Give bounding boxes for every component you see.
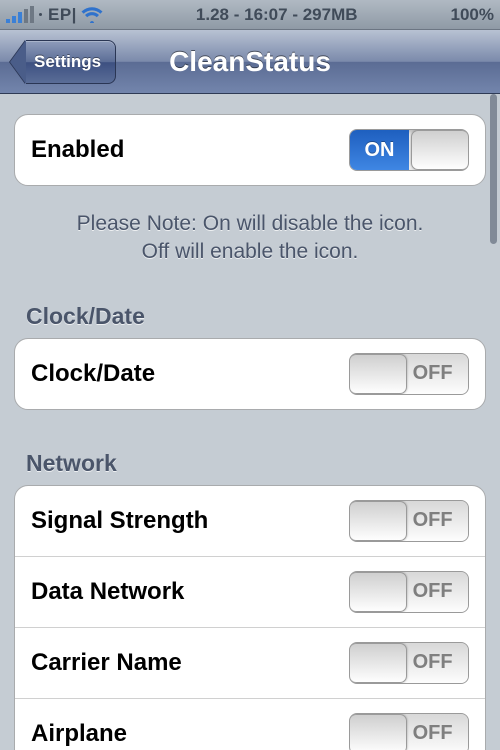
- toggle-knob: [349, 572, 407, 612]
- row-label: Airplane: [31, 720, 127, 748]
- chevron-left-icon: [10, 40, 26, 84]
- group-network: Network Signal Strength ON OFF Data Netw…: [14, 430, 486, 750]
- group-rows: Enabled ON OFF: [14, 114, 486, 186]
- toggle-knob: [349, 354, 407, 394]
- status-left: EP|: [6, 5, 103, 25]
- group-header: Network: [14, 430, 486, 485]
- wifi-icon: [81, 7, 103, 23]
- scrollbar-thumb[interactable]: [490, 94, 497, 244]
- group-clock-date: Clock/Date Clock/Date ON OFF: [14, 283, 486, 410]
- toggle-off-label: OFF: [397, 643, 468, 683]
- toggle-clock-date[interactable]: ON OFF: [349, 353, 469, 395]
- row-label: Signal Strength: [31, 507, 208, 535]
- toggle-off-label: OFF: [397, 354, 468, 394]
- group-rows: Clock/Date ON OFF: [14, 338, 486, 410]
- toggle-knob: [349, 714, 407, 750]
- battery-label: 100%: [451, 5, 494, 25]
- status-center-text: 1.28 - 16:07 - 297MB: [103, 5, 451, 25]
- group-header: Clock/Date: [14, 283, 486, 338]
- group-footer-note: Please Note: On will disable the icon. O…: [14, 186, 486, 277]
- nav-bar: Settings CleanStatus: [0, 30, 500, 94]
- toggle-off-label: OFF: [397, 501, 468, 541]
- row-signal-strength: Signal Strength ON OFF: [15, 486, 485, 557]
- toggle-data-network[interactable]: ON OFF: [349, 571, 469, 613]
- row-airplane: Airplane ON OFF: [15, 699, 485, 750]
- toggle-off-label: OFF: [397, 572, 468, 612]
- group-rows: Signal Strength ON OFF Data Network ON O…: [14, 485, 486, 750]
- row-label: Data Network: [31, 578, 184, 606]
- row-carrier-name: Carrier Name ON OFF: [15, 628, 485, 699]
- status-bar: EP| 1.28 - 16:07 - 297MB 100%: [0, 0, 500, 30]
- toggle-knob: [349, 643, 407, 683]
- carrier-label: EP|: [48, 5, 77, 25]
- signal-strength-icon: [6, 7, 34, 23]
- toggle-airplane[interactable]: ON OFF: [349, 713, 469, 750]
- group-enabled: Enabled ON OFF Please Note: On will disa…: [14, 114, 486, 277]
- row-enabled: Enabled ON OFF: [15, 115, 485, 185]
- toggle-knob: [411, 130, 469, 170]
- row-label: Clock/Date: [31, 360, 155, 388]
- toggle-off-label: OFF: [397, 714, 468, 750]
- back-button-label: Settings: [26, 40, 116, 84]
- row-label: Enabled: [31, 136, 124, 164]
- row-label: Carrier Name: [31, 649, 182, 677]
- toggle-carrier-name[interactable]: ON OFF: [349, 642, 469, 684]
- signal-dot-icon: [39, 13, 42, 16]
- row-clock-date: Clock/Date ON OFF: [15, 339, 485, 409]
- toggle-on-label: ON: [350, 130, 409, 170]
- toggle-enabled[interactable]: ON OFF: [349, 129, 469, 171]
- toggle-signal-strength[interactable]: ON OFF: [349, 500, 469, 542]
- settings-scroll-area[interactable]: Enabled ON OFF Please Note: On will disa…: [0, 94, 500, 750]
- toggle-knob: [349, 501, 407, 541]
- back-button[interactable]: Settings: [10, 40, 116, 84]
- row-data-network: Data Network ON OFF: [15, 557, 485, 628]
